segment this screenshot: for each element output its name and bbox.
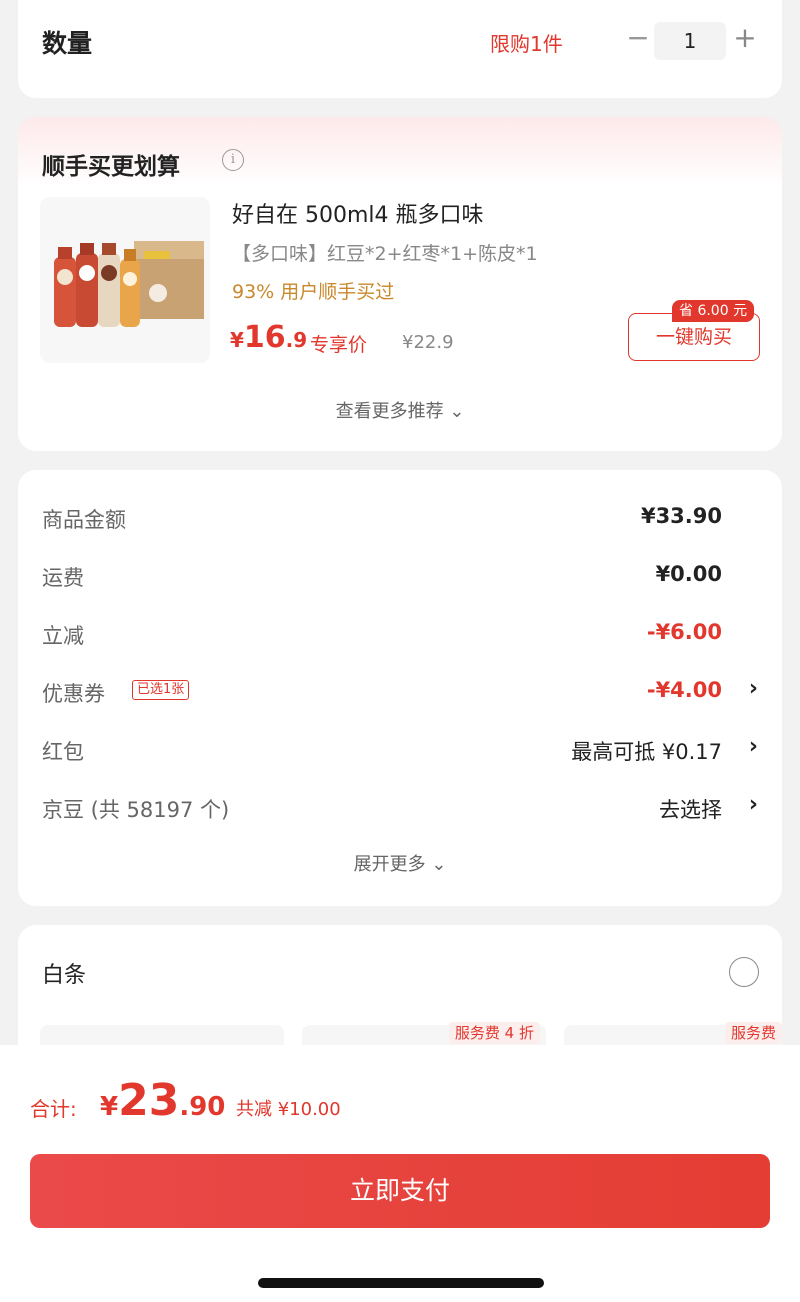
summary-value: ¥33.90 [640, 504, 722, 528]
home-indicator[interactable] [258, 1278, 544, 1288]
summary-row-discount: 立减 -¥6.00 [42, 612, 758, 652]
price-summary-card: 商品金额 ¥33.90 运费 ¥0.00 立减 -¥6.00 优惠券 已选1张 … [18, 470, 782, 906]
summary-label: 运费 [42, 566, 84, 590]
chevron-right-icon: › [748, 734, 758, 759]
exclusive-price-label: 专享价 [310, 334, 368, 356]
total-decimal: .90 [179, 1092, 226, 1122]
summary-label: 优惠券 [42, 682, 105, 706]
decrease-quantity-button[interactable]: − [623, 20, 653, 56]
more-recommendations-link[interactable]: 查看更多推荐 ⌄ [18, 397, 782, 423]
price-symbol: ¥ [230, 328, 244, 352]
summary-label: 立减 [42, 624, 84, 648]
summary-label: 商品金额 [42, 508, 126, 532]
coupon-selected-tag: 已选1张 [132, 680, 190, 700]
price-decimal: .9 [285, 328, 308, 352]
total-price: ¥23.90 [100, 1075, 225, 1126]
increase-quantity-button[interactable]: + [730, 20, 760, 56]
chevron-right-icon: › [748, 676, 758, 701]
checkout-footer: 合计: ¥23.90 共减 ¥10.00 立即支付 [0, 1045, 800, 1302]
quantity-card: 数量 限购1件 − 1 + [18, 0, 782, 98]
total-symbol: ¥ [100, 1092, 119, 1122]
service-fee-tag: 服务费 [724, 1022, 782, 1044]
summary-value: ¥0.00 [655, 562, 722, 586]
summary-row-goods: 商品金额 ¥33.90 [42, 496, 758, 536]
summary-row-jingdou[interactable]: 京豆 (共 58197 个) 去选择 › [42, 786, 758, 826]
summary-row-shipping: 运费 ¥0.00 [42, 554, 758, 594]
purchase-limit-text: 限购1件 [490, 32, 563, 56]
info-icon[interactable]: i [222, 149, 244, 171]
original-price: ¥22.9 [402, 332, 454, 353]
summary-label: 京豆 (共 58197 个) [42, 798, 230, 822]
pay-now-button[interactable]: 立即支付 [30, 1154, 770, 1228]
save-badge: 省 6.00 元 [672, 300, 755, 322]
product-image[interactable] [40, 197, 210, 363]
product-spec: 【多口味】红豆*2+红枣*1+陈皮*1 [232, 243, 538, 265]
total-integer: 23 [118, 1075, 180, 1126]
recommend-card: 顺手买更划算 i 好自在 500ml4 瓶多口味 【多口味】红豆*2+红枣*1+… [18, 117, 782, 451]
summary-value: 最高可抵 ¥0.17 [571, 740, 722, 764]
product-price: ¥16.9 [230, 320, 307, 355]
price-integer: 16 [243, 320, 286, 355]
quantity-label: 数量 [42, 29, 93, 58]
baitiao-label: 白条 [42, 963, 87, 988]
recommend-title: 顺手买更划算 [42, 154, 180, 180]
chevron-right-icon: › [748, 792, 758, 817]
service-fee-tag: 服务费 4 折 [448, 1022, 540, 1044]
summary-value: -¥6.00 [646, 620, 722, 644]
summary-value: 去选择 [659, 798, 722, 822]
total-savings: 共减 ¥10.00 [236, 1099, 341, 1120]
bought-stat: 93% 用户顺手买过 [232, 281, 395, 303]
summary-label: 红包 [42, 740, 84, 764]
summary-value: -¥4.00 [646, 678, 722, 702]
summary-row-coupon[interactable]: 优惠券 已选1张 -¥4.00 › [42, 670, 758, 710]
quantity-input[interactable]: 1 [654, 22, 726, 60]
expand-more-link[interactable]: 展开更多 ⌄ [18, 850, 782, 876]
product-name[interactable]: 好自在 500ml4 瓶多口味 [232, 197, 484, 229]
total-label: 合计: [30, 1097, 77, 1121]
summary-row-red-packet[interactable]: 红包 最高可抵 ¥0.17 › [42, 728, 758, 768]
baitiao-radio[interactable] [729, 957, 759, 987]
